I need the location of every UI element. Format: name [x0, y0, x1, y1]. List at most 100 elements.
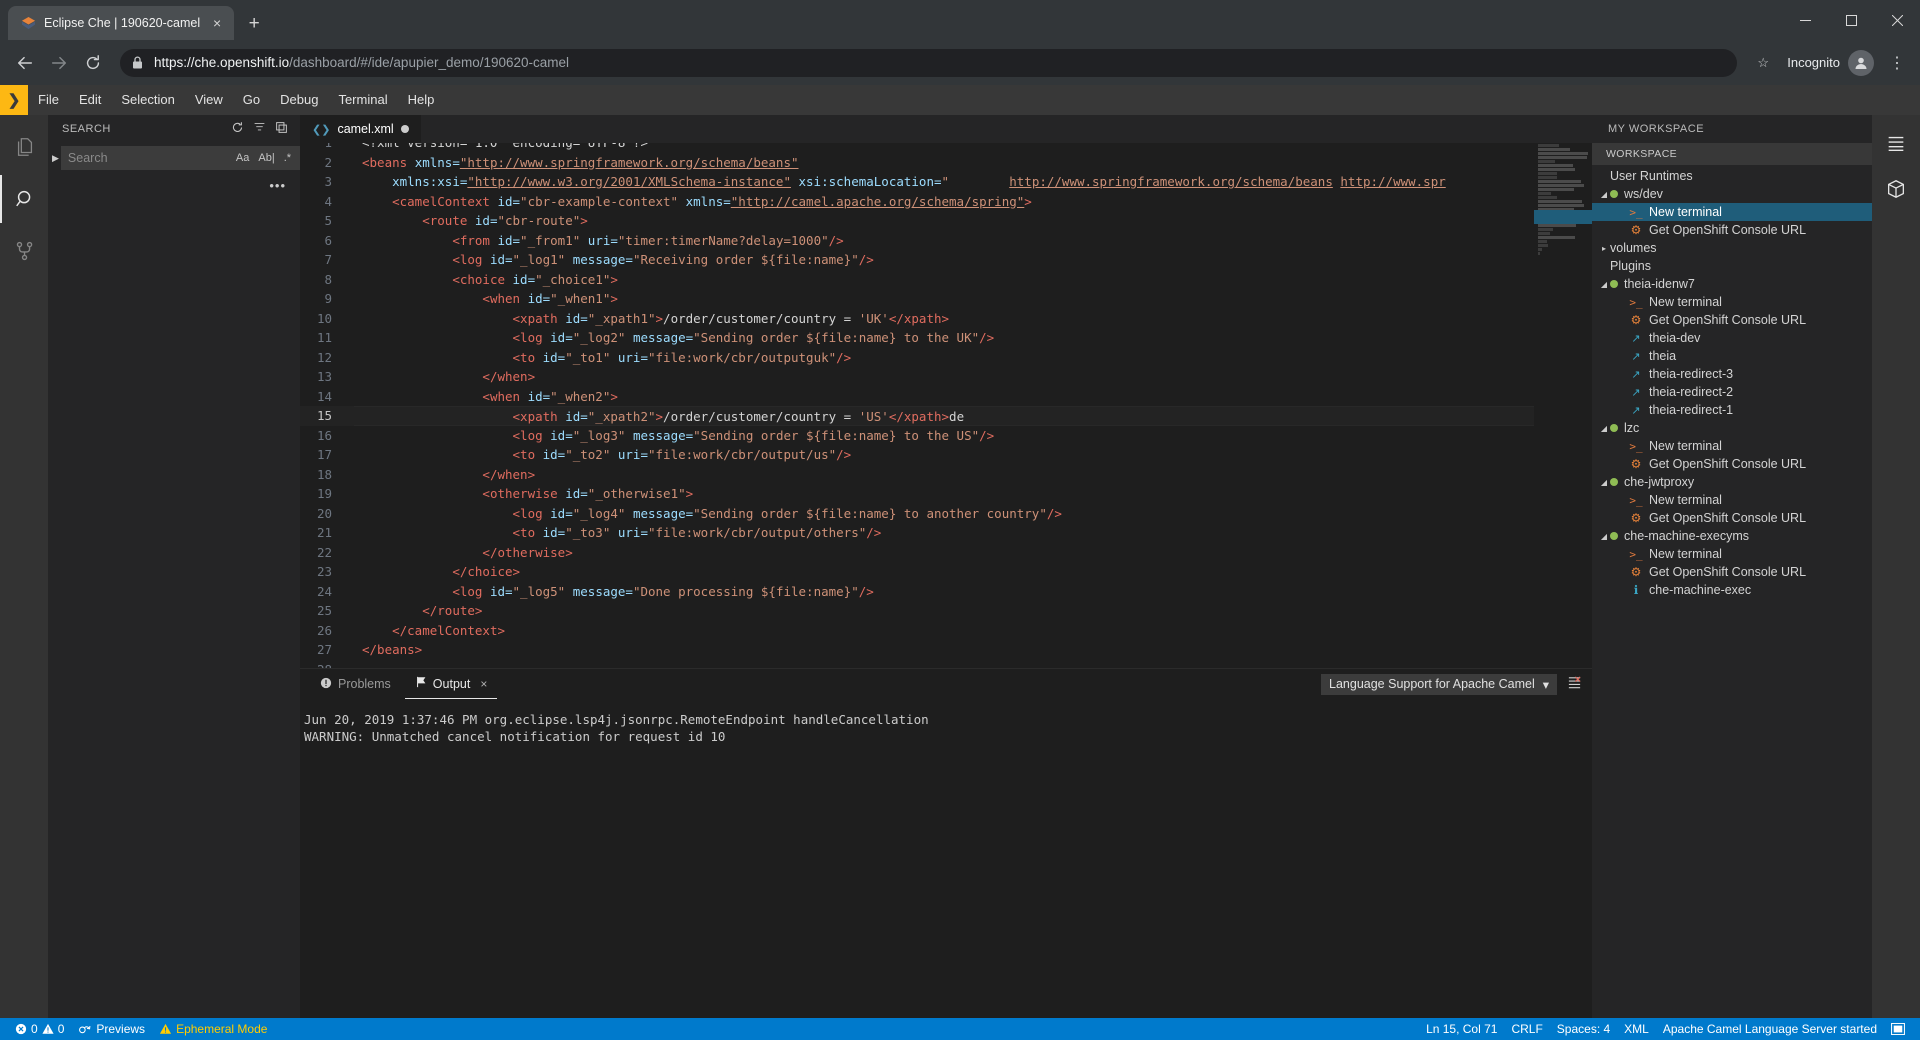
- workspace-tree-item[interactable]: User Runtimes: [1592, 167, 1872, 185]
- code-line[interactable]: 10 <xpath id="_xpath1">/order/customer/c…: [300, 309, 1534, 329]
- status-ephemeral-mode[interactable]: Ephemeral Mode: [152, 1018, 274, 1040]
- browser-tab[interactable]: Eclipse Che | 190620-camel ×: [8, 6, 235, 40]
- status-language-server[interactable]: Apache Camel Language Server started: [1656, 1018, 1884, 1040]
- workspace-tree-item[interactable]: >_ New terminal: [1592, 293, 1872, 311]
- chevron-down-icon[interactable]: ◢: [1598, 478, 1610, 487]
- menu-go[interactable]: Go: [233, 85, 270, 115]
- close-tab-icon[interactable]: ×: [208, 14, 226, 32]
- status-eol[interactable]: CRLF: [1504, 1018, 1549, 1040]
- tab-output[interactable]: Output ×: [404, 669, 498, 699]
- code-line[interactable]: 20 <log id="_log4" message="Sending orde…: [300, 504, 1534, 524]
- workspace-cube-icon[interactable]: [1872, 167, 1920, 211]
- whole-word-icon[interactable]: Ab|: [256, 152, 276, 164]
- code-line[interactable]: 18 </when>: [300, 465, 1534, 485]
- workspace-tree-item[interactable]: >_ New terminal: [1592, 203, 1872, 221]
- workspace-tree-item[interactable]: ℹ che-machine-exec: [1592, 581, 1872, 599]
- toggle-panel-icon[interactable]: [1884, 1018, 1912, 1040]
- workspace-tree-item[interactable]: ⚙ Get OpenShift Console URL: [1592, 455, 1872, 473]
- activity-search-icon[interactable]: [0, 175, 48, 223]
- clear-search-icon[interactable]: [253, 121, 266, 137]
- browser-menu-icon[interactable]: ⋮: [1884, 48, 1910, 78]
- collapse-all-icon[interactable]: [275, 121, 288, 137]
- reload-button[interactable]: [78, 48, 108, 78]
- chevron-right-icon[interactable]: ▸: [1598, 244, 1610, 253]
- forward-button[interactable]: [44, 48, 74, 78]
- close-output-tab-icon[interactable]: ×: [480, 677, 487, 691]
- menu-terminal[interactable]: Terminal: [328, 85, 397, 115]
- workspace-tree-item[interactable]: ⚙ Get OpenShift Console URL: [1592, 311, 1872, 329]
- search-panel-more-icon[interactable]: •••: [48, 170, 300, 193]
- window-maximize-button[interactable]: [1828, 0, 1874, 40]
- refresh-icon[interactable]: [231, 121, 244, 137]
- code-line[interactable]: 22 </otherwise>: [300, 543, 1534, 563]
- code-line[interactable]: 4 <camelContext id="cbr-example-context"…: [300, 192, 1534, 212]
- window-close-button[interactable]: [1874, 0, 1920, 40]
- activity-source-control-icon[interactable]: [0, 227, 48, 275]
- workspace-tree-item[interactable]: ⚙ Get OpenShift Console URL: [1592, 563, 1872, 581]
- expand-search-details-icon[interactable]: ▶: [52, 153, 59, 164]
- status-indentation[interactable]: Spaces: 4: [1550, 1018, 1617, 1040]
- search-input[interactable]: [67, 151, 229, 165]
- code-line[interactable]: 7 <log id="_log1" message="Receiving ord…: [300, 250, 1534, 270]
- workspace-tree-item[interactable]: >_ New terminal: [1592, 491, 1872, 509]
- back-button[interactable]: [10, 48, 40, 78]
- workspace-tree-item[interactable]: ↗ theia-redirect-2: [1592, 383, 1872, 401]
- workspace-tree-item[interactable]: ◢ che-jwtproxy: [1592, 473, 1872, 491]
- workspace-tree-item[interactable]: ⚙ Get OpenShift Console URL: [1592, 509, 1872, 527]
- minimap-viewport[interactable]: [1534, 210, 1592, 224]
- status-cursor-position[interactable]: Ln 15, Col 71: [1419, 1018, 1504, 1040]
- code-line[interactable]: 28: [300, 660, 1534, 669]
- code-line[interactable]: 13 </when>: [300, 367, 1534, 387]
- workspace-tree-item[interactable]: >_ New terminal: [1592, 437, 1872, 455]
- code-line[interactable]: 3 xmlns:xsi="http://www.w3.org/2001/XMLS…: [300, 172, 1534, 192]
- regex-icon[interactable]: .*: [282, 152, 293, 164]
- menu-file[interactable]: File: [28, 85, 69, 115]
- workspace-tree[interactable]: User Runtimes ◢ ws/dev >_ New terminal ⚙ Get O…: [1592, 165, 1872, 1018]
- code-editor[interactable]: 1<?xml version="1.0" encoding="UTF-8"?>2…: [300, 143, 1592, 668]
- code-scroll-area[interactable]: 1<?xml version="1.0" encoding="UTF-8"?>2…: [300, 143, 1534, 668]
- code-line[interactable]: 21 <to id="_to3" uri="file:work/cbr/outp…: [300, 523, 1534, 543]
- tab-problems[interactable]: Problems: [310, 669, 401, 699]
- clear-output-icon[interactable]: [1567, 675, 1582, 693]
- menu-debug[interactable]: Debug: [270, 85, 328, 115]
- output-log[interactable]: Jun 20, 2019 1:37:46 PM org.eclipse.lsp4…: [300, 699, 1592, 1018]
- che-logo-icon[interactable]: ❯: [0, 85, 28, 115]
- workspace-tree-item[interactable]: ▸ volumes: [1592, 239, 1872, 257]
- chevron-down-icon[interactable]: ◢: [1598, 280, 1610, 289]
- code-line[interactable]: 14 <when id="_when2">: [300, 387, 1534, 407]
- workspace-tree-item[interactable]: >_ New terminal: [1592, 545, 1872, 563]
- code-line[interactable]: 12 <to id="_to1" uri="file:work/cbr/outp…: [300, 348, 1534, 368]
- workspace-tree-item[interactable]: ↗ theia-redirect-3: [1592, 365, 1872, 383]
- search-input-wrapper[interactable]: Aa Ab| .*: [60, 146, 320, 170]
- outline-icon[interactable]: [1872, 121, 1920, 165]
- workspace-tree-item[interactable]: ◢ theia-idenw7: [1592, 275, 1872, 293]
- code-line[interactable]: 26 </camelContext>: [300, 621, 1534, 641]
- chevron-down-icon[interactable]: ◢: [1598, 532, 1610, 541]
- code-line[interactable]: 23 </choice>: [300, 562, 1534, 582]
- code-line[interactable]: 24 <log id="_log5" message="Done process…: [300, 582, 1534, 602]
- workspace-tree-item[interactable]: ↗ theia-dev: [1592, 329, 1872, 347]
- unsaved-changes-icon[interactable]: [400, 125, 409, 133]
- code-line[interactable]: 17 <to id="_to2" uri="file:work/cbr/outp…: [300, 445, 1534, 465]
- workspace-tree-item[interactable]: ◢ lzc: [1592, 419, 1872, 437]
- workspace-tree-item[interactable]: ⚙ Get OpenShift Console URL: [1592, 221, 1872, 239]
- code-line[interactable]: 2 <beans xmlns="http://www.springframewor…: [300, 153, 1534, 173]
- chevron-down-icon[interactable]: ◢: [1598, 424, 1610, 433]
- chevron-down-icon[interactable]: ◢: [1598, 190, 1610, 199]
- activity-explorer-icon[interactable]: [0, 123, 48, 171]
- code-line[interactable]: 1<?xml version="1.0" encoding="UTF-8"?>: [300, 143, 1534, 153]
- code-line[interactable]: 9 <when id="_when1">: [300, 289, 1534, 309]
- editor-tab-camel-xml[interactable]: ❮❯ camel.xml: [300, 115, 422, 143]
- code-line[interactable]: 15 <xpath id="_xpath2">/order/customer/c…: [300, 406, 1534, 426]
- code-line[interactable]: 11 <log id="_log2" message="Sending orde…: [300, 328, 1534, 348]
- code-line[interactable]: 5 <route id="cbr-route">: [300, 211, 1534, 231]
- bookmark-icon[interactable]: ☆: [1749, 49, 1777, 77]
- menu-help[interactable]: Help: [398, 85, 445, 115]
- status-previews[interactable]: Previews: [71, 1018, 152, 1040]
- status-language-mode[interactable]: XML: [1617, 1018, 1656, 1040]
- output-channel-select[interactable]: Language Support for Apache Camel ▾: [1321, 673, 1557, 695]
- code-line[interactable]: 25 </route>: [300, 601, 1534, 621]
- code-line[interactable]: 19 <otherwise id="_otherwise1">: [300, 484, 1534, 504]
- new-tab-button[interactable]: +: [240, 9, 268, 37]
- status-problems[interactable]: 0 0: [8, 1018, 71, 1040]
